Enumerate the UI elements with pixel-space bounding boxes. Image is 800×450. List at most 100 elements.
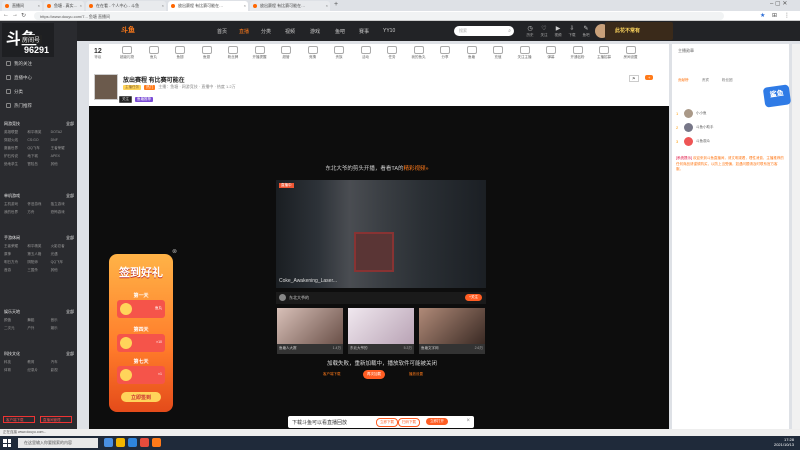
category-link[interactable]: 户外 xyxy=(27,326,50,331)
window-controls-icon[interactable]: – ▢ ✕ xyxy=(770,0,787,7)
reload-icon[interactable]: ↻ xyxy=(21,12,26,19)
download-icon[interactable]: ⇩ 下载 xyxy=(567,25,577,38)
category-link[interactable]: 炉石传说 xyxy=(4,154,27,159)
category-link[interactable]: 穿越火线 xyxy=(4,138,27,143)
follow-icon[interactable]: ♡ 关注 xyxy=(539,25,549,38)
search-icon[interactable]: ⌕ xyxy=(508,28,511,34)
room-tool-button[interactable]: 粉丝牌 xyxy=(223,46,243,60)
room-tool-button[interactable]: 超管 xyxy=(276,46,296,60)
scan-download-button[interactable]: 扫码下载 xyxy=(398,418,420,427)
video-thumbnail[interactable]: 东北大爷的 5.3万 xyxy=(348,308,414,354)
category-link[interactable]: 娱乐 xyxy=(51,326,74,331)
search-input[interactable]: 搜索 ⌕ xyxy=(454,26,514,36)
follow-button[interactable]: + xyxy=(645,75,654,80)
client-download-link[interactable]: 客户端下载 xyxy=(319,370,345,379)
player-tag[interactable]: 关注 xyxy=(119,96,132,103)
category-link[interactable]: 其他 xyxy=(51,268,74,273)
room-tool-button[interactable]: 弹幕 xyxy=(541,46,561,60)
close-icon[interactable]: × xyxy=(162,3,164,8)
room-tool-button[interactable]: 开播提醒 xyxy=(250,46,270,60)
browser-tab[interactable]: 放出赛程 有比赛可能在… × xyxy=(250,1,330,11)
category-link[interactable]: 光遇 xyxy=(51,252,74,257)
sidebar-nav-center[interactable]: 直播中心 xyxy=(6,75,32,81)
menu-icon[interactable]: ⋮ xyxy=(784,12,790,19)
category-link[interactable]: 科技 xyxy=(4,360,27,365)
category-link[interactable]: 其他 xyxy=(51,162,74,167)
signin-button[interactable]: 立即签到 xyxy=(121,392,161,402)
download-now-button[interactable]: 立即下载 xyxy=(376,418,398,427)
room-tool-button[interactable]: 鱼翅 xyxy=(197,46,217,60)
windows-start-icon[interactable] xyxy=(3,439,11,447)
category-link[interactable]: 明日方舟 xyxy=(4,260,27,265)
site-logo[interactable]: 斗鱼 xyxy=(121,25,151,37)
category-link[interactable]: 绝地求生 xyxy=(4,162,27,167)
reload-button[interactable]: 再次加载 xyxy=(363,370,385,379)
category-link[interactable]: 三国杀 xyxy=(27,268,50,273)
section-more-link[interactable]: 全部 xyxy=(66,121,74,127)
nav-item-live[interactable]: 直播 xyxy=(239,28,249,35)
category-link[interactable]: 教育 xyxy=(27,360,50,365)
streamer-avatar[interactable] xyxy=(94,74,118,100)
close-icon[interactable]: ⊗ xyxy=(172,248,177,255)
video-player[interactable]: 关注 鱼塘推荐 东北大爷的剪头开播，看看TA的精彩视频» 直播中 Coke_Aw… xyxy=(89,96,669,429)
back-icon[interactable]: ← xyxy=(3,12,9,18)
taskbar-clock[interactable]: 17:28 2021/10/13 xyxy=(774,437,794,447)
streamer-name[interactable]: 东北大爷的 xyxy=(289,295,309,301)
room-manage-button[interactable]: 直播间管理 xyxy=(40,416,72,423)
history-icon[interactable]: ◷ 历史 xyxy=(525,25,535,38)
rank-tab[interactable]: 粉丝团 xyxy=(722,78,733,83)
room-tool-button[interactable]: 鱼塘 xyxy=(462,46,482,60)
category-link[interactable]: 怀旧游戏 xyxy=(27,202,50,207)
category-link[interactable]: 舞蹈 xyxy=(27,318,50,323)
new-tab-icon[interactable]: + xyxy=(334,1,338,8)
extension-icon[interactable]: ⊞ xyxy=(772,12,777,19)
player-tag[interactable]: 鱼塘推荐 xyxy=(134,97,153,102)
room-tool-button[interactable]: 关注主播 xyxy=(515,46,535,60)
room-tool-button[interactable]: 鱼翅 xyxy=(170,46,190,60)
bookmark-icon[interactable]: ★ xyxy=(760,12,765,19)
top-banner[interactable]: 此花不常有 xyxy=(605,22,673,40)
forward-icon[interactable]: → xyxy=(12,12,18,18)
category-link[interactable]: 地下城 xyxy=(27,154,50,159)
category-link[interactable]: 影视 xyxy=(51,368,74,373)
rank-tab[interactable]: 贵宾 xyxy=(702,78,709,83)
report-button[interactable]: ⚑ xyxy=(629,75,639,82)
signin-reward-card[interactable]: ⊗ 签到好礼 第一天 鱼丸 第四天 ×10 第七天 ×1 立即签到 xyxy=(109,249,177,412)
category-link[interactable]: APEX xyxy=(51,154,74,159)
browser-tab-active[interactable]: 放出赛程 有比赛可能在… × xyxy=(168,1,248,11)
nav-item-yuba[interactable]: 鱼吧 xyxy=(335,28,345,35)
sidebar-nav-follow[interactable]: 我的关注 xyxy=(6,61,32,67)
room-tool-button[interactable]: 分享 xyxy=(435,46,455,60)
category-link[interactable]: 魔兽世界 xyxy=(4,146,27,151)
section-more-link[interactable]: 全部 xyxy=(66,309,74,315)
category-link[interactable]: 方舟 xyxy=(27,210,50,215)
category-link[interactable]: 英雄联盟 xyxy=(4,130,27,135)
room-tool-button[interactable]: 超级礼物 xyxy=(117,46,137,60)
category-link[interactable]: 体育 xyxy=(4,368,27,373)
file-explorer-icon[interactable] xyxy=(116,438,125,447)
category-link[interactable]: 颜值 xyxy=(4,318,27,323)
close-icon[interactable]: × xyxy=(244,3,246,8)
nav-item-game[interactable]: 游戏 xyxy=(310,28,320,35)
close-icon[interactable]: × xyxy=(466,418,470,424)
task-view-icon[interactable] xyxy=(104,438,113,447)
edge-icon[interactable] xyxy=(128,438,137,447)
category-link[interactable]: 二次元 xyxy=(4,326,27,331)
category-link[interactable]: 汽车 xyxy=(51,360,74,365)
room-tool-button[interactable]: 活动 xyxy=(356,46,376,60)
category-link[interactable]: 火影忍者 xyxy=(51,244,74,249)
category-link[interactable]: CS:GO xyxy=(27,138,50,143)
category-link[interactable]: 和平精英 xyxy=(27,244,50,249)
close-icon[interactable]: × xyxy=(38,3,40,8)
video-thumbnail[interactable]: 鱼塘文字网 2.6万 xyxy=(419,308,485,354)
player-settings-link[interactable]: 播放设置 xyxy=(405,370,427,379)
client-download-button[interactable]: 客户端下载 xyxy=(3,416,35,423)
browser-tab[interactable]: 直播间 × xyxy=(2,1,42,11)
category-link[interactable]: 纪录片 xyxy=(27,368,50,373)
category-link[interactable]: 原神 xyxy=(4,252,27,257)
room-tool-button[interactable]: 充值 xyxy=(488,46,508,60)
room-tool-button[interactable]: 竞猜 xyxy=(303,46,323,60)
category-link[interactable]: 恐怖游戏 xyxy=(51,210,74,215)
open-now-button[interactable]: 立即打开 xyxy=(426,418,448,425)
room-tool-button[interactable]: 房间设置 xyxy=(621,46,641,60)
